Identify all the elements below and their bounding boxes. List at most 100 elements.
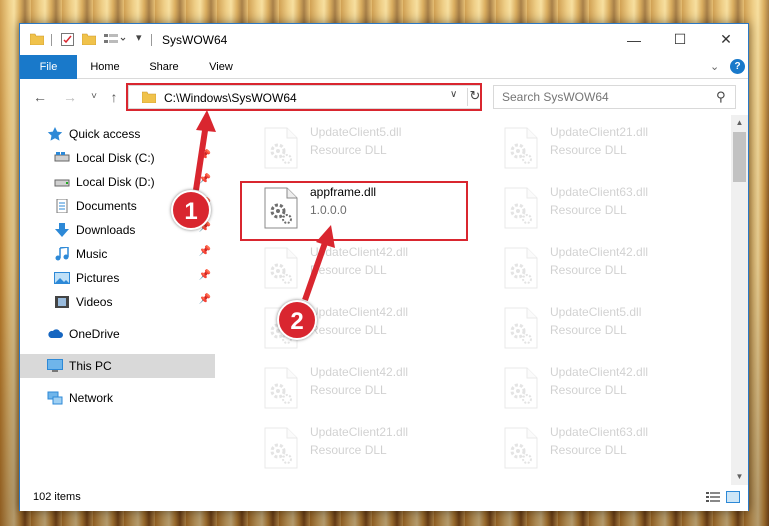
- file-name: UpdateClient21.dll: [550, 125, 649, 139]
- explorer-window: ▾ SysWOW64 — ☐ ✕ File Home Share View ⌄ …: [19, 23, 749, 511]
- cloud-icon: [48, 329, 63, 338]
- dll-file-icon: [504, 307, 538, 349]
- up-button[interactable]: ↑: [104, 88, 124, 106]
- tab-file[interactable]: File: [20, 55, 77, 79]
- navigation-bar: ← → ˅ ↑ C:\Windows\SysWOW64 ∨ ↻ ⚲: [20, 79, 748, 115]
- item-count: 102 items: [33, 491, 81, 503]
- file-item[interactable]: UpdateClient63.dll Resource DLL: [500, 421, 730, 473]
- sidebar-item-label: Downloads: [76, 223, 136, 237]
- dll-file-icon: [264, 127, 298, 169]
- file-item[interactable]: UpdateClient63.dll Resource DLL: [500, 181, 730, 233]
- pin-icon: 📌: [198, 150, 211, 161]
- sidebar-item-label: Pictures: [76, 271, 120, 285]
- file-item[interactable]: UpdateClient42.dll Resource DLL: [260, 241, 490, 293]
- quick-access-separator: [51, 34, 52, 46]
- file-item[interactable]: UpdateClient42.dll Resource DLL: [500, 361, 730, 413]
- dropdown-arrow-icon[interactable]: ▾: [136, 31, 142, 44]
- file-description: Resource DLL: [550, 443, 627, 457]
- file-name: UpdateClient63.dll: [550, 425, 649, 439]
- dll-file-icon: [504, 127, 538, 169]
- file-description: Resource DLL: [310, 443, 387, 457]
- file-list: UpdateClient5.dll Resource DLL appframe.dl…: [238, 115, 730, 485]
- file-description: Resource DLL: [550, 383, 627, 397]
- properties-icon[interactable]: [61, 33, 74, 46]
- status-bar: 102 items: [20, 485, 748, 511]
- close-button[interactable]: ✕: [703, 24, 749, 55]
- music-icon: [55, 247, 69, 261]
- sidebar-item-music[interactable]: Music 📌: [20, 242, 215, 266]
- sidebar-item-network[interactable]: Network: [20, 386, 215, 410]
- file-description: Resource DLL: [550, 203, 627, 217]
- sidebar-item-label: Network: [69, 391, 114, 405]
- drive-icon: [54, 152, 70, 162]
- video-icon: [55, 296, 69, 308]
- ribbon-tabs: File Home Share View ⌄ ?: [20, 55, 748, 79]
- annotation-badge-1: 1: [171, 190, 211, 230]
- star-icon: [47, 127, 63, 141]
- minimize-button[interactable]: —: [611, 24, 657, 55]
- tab-home[interactable]: Home: [80, 55, 130, 79]
- back-button[interactable]: ←: [30, 88, 50, 106]
- file-item[interactable]: UpdateClient21.dll Resource DLL: [500, 121, 730, 173]
- sidebar-item-pictures[interactable]: Pictures 📌: [20, 266, 215, 290]
- file-item[interactable]: UpdateClient5.dll Resource DLL: [260, 121, 490, 173]
- sidebar-item-label: This PC: [69, 359, 112, 373]
- file-description: Resource DLL: [550, 143, 627, 157]
- file-description: Resource DLL: [310, 143, 387, 157]
- dll-file-icon: [504, 427, 538, 469]
- folder-icon[interactable]: [30, 33, 44, 45]
- sidebar-item-this-pc[interactable]: This PC: [20, 354, 215, 378]
- file-description: Resource DLL: [310, 383, 387, 397]
- file-name: UpdateClient21.dll: [310, 425, 409, 439]
- tab-share[interactable]: Share: [139, 55, 189, 79]
- file-name: UpdateClient42.dll: [550, 365, 649, 379]
- tab-view[interactable]: View: [196, 55, 246, 79]
- address-highlight-box: [126, 83, 482, 111]
- sidebar-item-videos[interactable]: Videos 📌: [20, 290, 215, 314]
- file-name: UpdateClient5.dll: [310, 125, 402, 139]
- sidebar-item-label: Local Disk (D:): [76, 175, 155, 189]
- file-item[interactable]: UpdateClient5.dll Resource DLL: [500, 301, 730, 353]
- scroll-up-arrow-icon[interactable]: ▲: [731, 115, 748, 131]
- pin-icon: 📌: [198, 294, 211, 305]
- search-icon[interactable]: ⚲: [716, 89, 726, 105]
- customize-toolbar-icon[interactable]: [104, 33, 126, 45]
- window-title: SysWOW64: [162, 33, 228, 47]
- title-bar: ▾ SysWOW64 — ☐ ✕: [20, 24, 748, 55]
- large-icons-view-icon[interactable]: [726, 491, 740, 503]
- annotation-badge-2: 2: [277, 300, 317, 340]
- new-folder-icon[interactable]: [82, 33, 96, 45]
- recent-locations-button[interactable]: ˅: [84, 88, 104, 106]
- search-box[interactable]: ⚲: [493, 85, 736, 109]
- file-description: Resource DLL: [550, 263, 627, 277]
- pictures-icon: [54, 272, 70, 284]
- scroll-down-arrow-icon[interactable]: ▼: [731, 469, 748, 485]
- search-input[interactable]: [502, 90, 702, 104]
- sidebar-item-label: Local Disk (C:): [76, 151, 155, 165]
- dll-file-icon: [504, 247, 538, 289]
- file-name: UpdateClient42.dll: [310, 305, 409, 319]
- file-description: Resource DLL: [310, 323, 387, 337]
- sidebar-item-onedrive[interactable]: OneDrive: [20, 322, 215, 346]
- file-item[interactable]: UpdateClient21.dll Resource DLL: [260, 421, 490, 473]
- file-item[interactable]: UpdateClient42.dll Resource DLL: [500, 241, 730, 293]
- details-view-icon[interactable]: [706, 491, 720, 503]
- scroll-thumb[interactable]: [733, 132, 746, 182]
- sidebar-item-label: Documents: [76, 199, 137, 213]
- dll-file-icon: [504, 367, 538, 409]
- help-button[interactable]: ?: [730, 59, 745, 74]
- dll-file-icon: [264, 247, 298, 289]
- maximize-button[interactable]: ☐: [657, 24, 703, 55]
- file-name: UpdateClient42.dll: [550, 245, 649, 259]
- file-description: Resource DLL: [550, 323, 627, 337]
- file-name: UpdateClient63.dll: [550, 185, 649, 199]
- forward-button[interactable]: →: [60, 88, 80, 106]
- chevron-down-icon[interactable]: ⌄: [710, 60, 719, 73]
- file-highlight-box: [240, 181, 468, 241]
- sidebar-item-local-disk-c[interactable]: Local Disk (C:) 📌: [20, 146, 215, 170]
- network-icon: [47, 391, 63, 405]
- dll-file-icon: [264, 427, 298, 469]
- sidebar-item-quick-access[interactable]: Quick access: [20, 122, 215, 146]
- vertical-scrollbar[interactable]: ▲ ▼: [731, 115, 748, 485]
- file-item[interactable]: UpdateClient42.dll Resource DLL: [260, 361, 490, 413]
